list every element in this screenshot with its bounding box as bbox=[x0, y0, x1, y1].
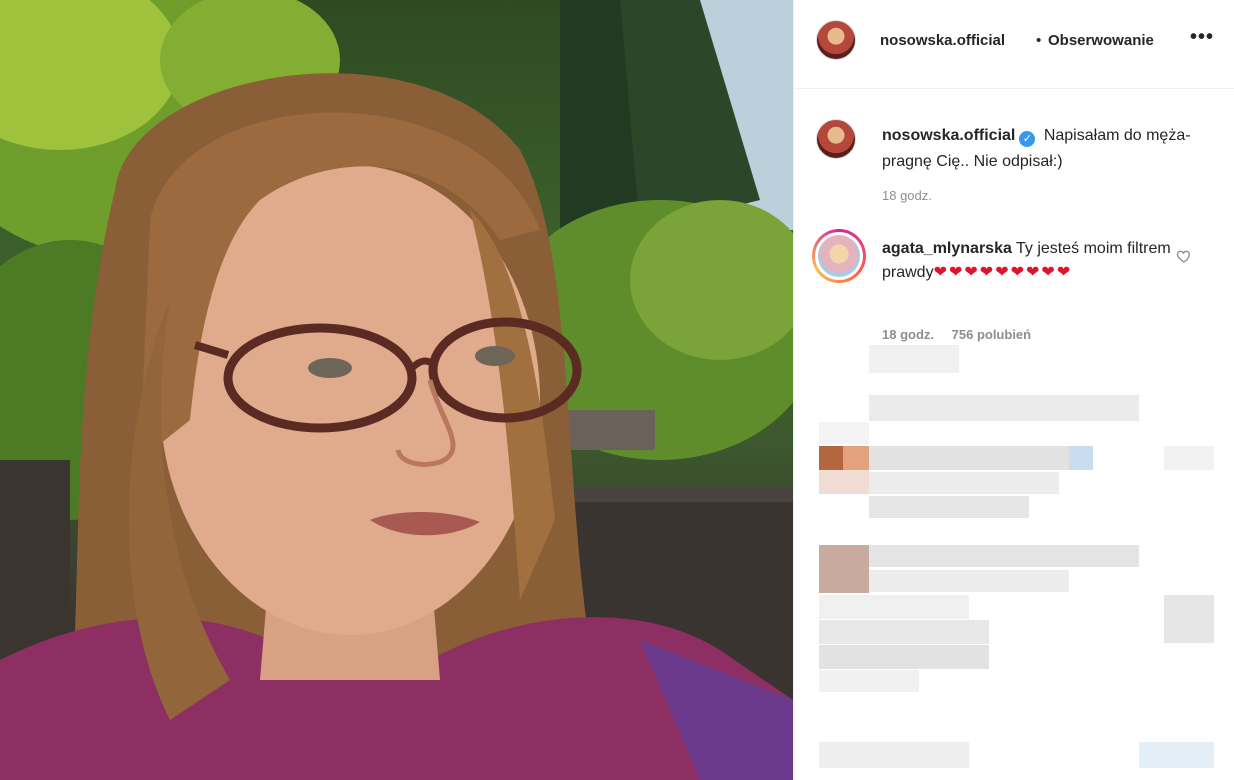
commenter-avatar[interactable] bbox=[812, 229, 866, 283]
caption-timestamp[interactable]: 18 godz. bbox=[882, 188, 932, 203]
post-media-image[interactable] bbox=[0, 0, 793, 780]
post-side-panel: nosowska.official • Obserwowanie ••• nos… bbox=[793, 0, 1234, 780]
comment-likes[interactable]: 756 polubień bbox=[952, 327, 1031, 342]
caption-body: nosowska.official ✓ Napisałam do męża- pr… bbox=[882, 123, 1202, 175]
post-header: nosowska.official • Obserwowanie ••• bbox=[794, 0, 1234, 89]
comment-body: agata_mlynarska Ty jesteś moim filtrem p… bbox=[882, 237, 1172, 285]
more-options-icon[interactable]: ••• bbox=[1190, 26, 1214, 49]
comment-hearts: ❤❤❤❤❤❤❤❤❤ bbox=[933, 264, 1073, 281]
heart-outline-icon[interactable] bbox=[1176, 248, 1192, 264]
photo-illustration bbox=[0, 0, 793, 780]
comment-meta: 18 godz. 756 polubień bbox=[882, 327, 1045, 342]
author-username[interactable]: nosowska.official bbox=[880, 32, 1005, 49]
following-button[interactable]: Obserwowanie bbox=[1048, 32, 1154, 49]
caption-username[interactable]: nosowska.official bbox=[882, 127, 1015, 144]
comment-username[interactable]: agata_mlynarska bbox=[882, 240, 1012, 257]
verified-badge-icon: ✓ bbox=[1019, 131, 1036, 147]
comment-timestamp[interactable]: 18 godz. bbox=[882, 327, 934, 342]
caption-author-avatar[interactable] bbox=[816, 119, 856, 159]
header-separator: • bbox=[1036, 32, 1042, 49]
author-avatar[interactable] bbox=[816, 20, 856, 60]
